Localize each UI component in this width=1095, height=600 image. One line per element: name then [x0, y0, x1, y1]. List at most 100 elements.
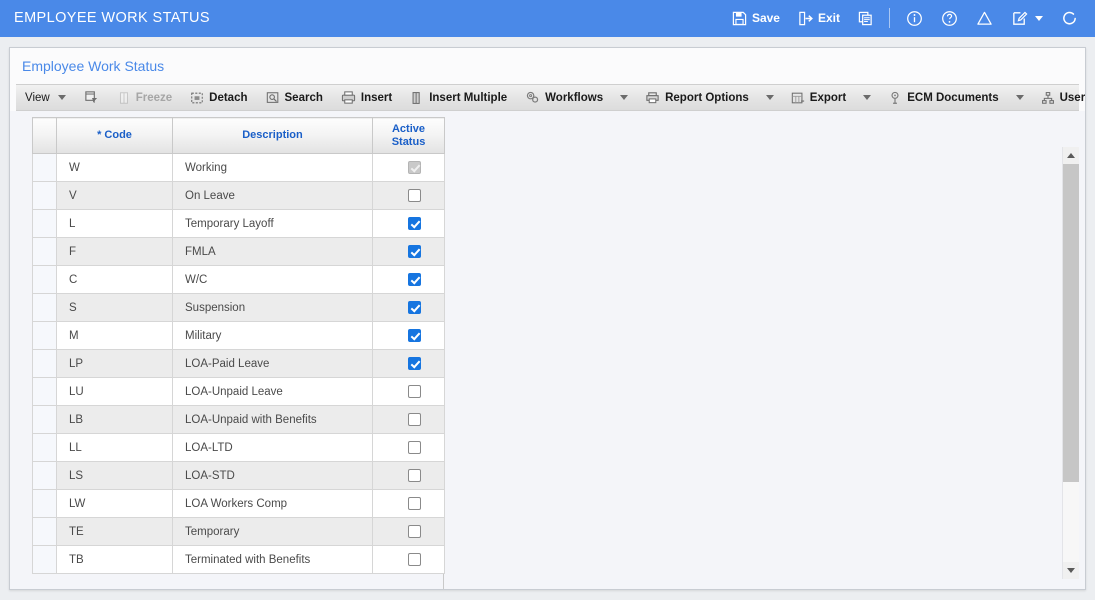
active-status-checkbox[interactable]	[408, 413, 421, 426]
cell-description[interactable]: LOA Workers Comp	[172, 489, 373, 518]
toolbar-insert-button[interactable]: Insert	[332, 85, 401, 110]
active-status-checkbox[interactable]	[408, 497, 421, 510]
table-row[interactable]: LP LOA-Paid Leave	[32, 349, 445, 378]
row-selector-cell[interactable]	[32, 265, 57, 294]
warning-button[interactable]	[967, 7, 1002, 30]
row-selector-cell[interactable]	[32, 517, 57, 546]
row-selector-cell[interactable]	[32, 545, 57, 574]
active-status-checkbox[interactable]	[408, 553, 421, 566]
toolbar-detach-button[interactable]: Detach	[181, 85, 256, 110]
refresh-button[interactable]	[1052, 7, 1087, 30]
active-status-checkbox[interactable]	[408, 329, 421, 342]
active-status-checkbox[interactable]	[408, 273, 421, 286]
cell-active-status[interactable]	[372, 181, 445, 210]
row-selector-cell[interactable]	[32, 321, 57, 350]
cell-code[interactable]: W	[56, 153, 173, 182]
vertical-scrollbar[interactable]	[1062, 147, 1079, 579]
cell-description[interactable]: FMLA	[172, 237, 373, 266]
toolbar-workflows-dropdown[interactable]	[612, 85, 636, 110]
column-header-active-status[interactable]: Active Status	[372, 117, 445, 154]
table-row[interactable]: S Suspension	[32, 293, 445, 322]
active-status-checkbox[interactable]	[408, 441, 421, 454]
table-row[interactable]: LB LOA-Unpaid with Benefits	[32, 405, 445, 434]
cell-code[interactable]: LS	[56, 461, 173, 490]
toolbar-export-dropdown[interactable]	[855, 85, 879, 110]
cell-description[interactable]: Terminated with Benefits	[172, 545, 373, 574]
toolbar-ecm-documents-button[interactable]: ECM Documents	[879, 85, 1007, 110]
row-selector-cell[interactable]	[32, 349, 57, 378]
cell-description[interactable]: LOA-STD	[172, 461, 373, 490]
row-selector-cell[interactable]	[32, 181, 57, 210]
cell-code[interactable]: TE	[56, 517, 173, 546]
cell-code[interactable]: TB	[56, 545, 173, 574]
toolbar-view-menu[interactable]: View	[16, 85, 75, 110]
toolbar-user-extensions-button[interactable]: User Extensions	[1032, 85, 1085, 110]
exit-button[interactable]: Exit	[789, 8, 849, 29]
row-selector-cell[interactable]	[32, 377, 57, 406]
cell-active-status[interactable]	[372, 489, 445, 518]
table-row[interactable]: C W/C	[32, 265, 445, 294]
toolbar-ecm-documents-dropdown[interactable]	[1008, 85, 1032, 110]
active-status-checkbox[interactable]	[408, 385, 421, 398]
toolbar-report-options-button[interactable]: Report Options	[636, 85, 758, 110]
table-row[interactable]: LW LOA Workers Comp	[32, 489, 445, 518]
toolbar-insert-multiple-button[interactable]: Insert Multiple	[401, 85, 516, 110]
cell-description[interactable]: LOA-Unpaid Leave	[172, 377, 373, 406]
active-status-checkbox[interactable]	[408, 245, 421, 258]
cell-code[interactable]: LU	[56, 377, 173, 406]
table-row[interactable]: TE Temporary	[32, 517, 445, 546]
toolbar-search-button[interactable]: Search	[257, 85, 332, 110]
cell-code[interactable]: M	[56, 321, 173, 350]
cell-active-status[interactable]	[372, 377, 445, 406]
scrollbar-thumb[interactable]	[1063, 164, 1079, 483]
edit-note-button[interactable]	[1002, 7, 1052, 30]
save-button[interactable]: Save	[723, 8, 789, 29]
toolbar-workflows-button[interactable]: Workflows	[516, 85, 612, 110]
table-row[interactable]: TB Terminated with Benefits	[32, 545, 445, 574]
cell-description[interactable]: Military	[172, 321, 373, 350]
edit-note-caret-icon[interactable]	[1035, 15, 1043, 21]
cell-code[interactable]: LB	[56, 405, 173, 434]
table-row[interactable]: V On Leave	[32, 181, 445, 210]
toolbar-report-options-dropdown[interactable]	[758, 85, 782, 110]
row-selector-cell[interactable]	[32, 405, 57, 434]
column-header-code[interactable]: * Code	[56, 117, 173, 154]
row-selector-cell[interactable]	[32, 433, 57, 462]
cell-description[interactable]: W/C	[172, 265, 373, 294]
cell-active-status[interactable]	[372, 237, 445, 266]
active-status-checkbox[interactable]	[408, 301, 421, 314]
cell-active-status[interactable]	[372, 517, 445, 546]
cell-code[interactable]: S	[56, 293, 173, 322]
row-selector-cell[interactable]	[32, 237, 57, 266]
cell-code[interactable]: L	[56, 209, 173, 238]
cell-active-status[interactable]	[372, 433, 445, 462]
table-row[interactable]: F FMLA	[32, 237, 445, 266]
cell-description[interactable]: LOA-Paid Leave	[172, 349, 373, 378]
table-row[interactable]: LL LOA-LTD	[32, 433, 445, 462]
toolbar-export-button[interactable]: Export	[782, 85, 855, 110]
cell-code[interactable]: C	[56, 265, 173, 294]
cell-description[interactable]: Working	[172, 153, 373, 182]
cell-active-status[interactable]	[372, 461, 445, 490]
cell-code[interactable]: LL	[56, 433, 173, 462]
cell-active-status[interactable]	[372, 545, 445, 574]
cell-code[interactable]: V	[56, 181, 173, 210]
row-selector-cell[interactable]	[32, 293, 57, 322]
cell-description[interactable]: LOA-Unpaid with Benefits	[172, 405, 373, 434]
table-row[interactable]: W Working	[32, 153, 445, 182]
table-row[interactable]: M Military	[32, 321, 445, 350]
copy-window-button[interactable]	[849, 8, 882, 29]
cell-active-status[interactable]	[372, 293, 445, 322]
table-row[interactable]: LU LOA-Unpaid Leave	[32, 377, 445, 406]
active-status-checkbox[interactable]	[408, 189, 421, 202]
cell-description[interactable]: Temporary	[172, 517, 373, 546]
table-row[interactable]: LS LOA-STD	[32, 461, 445, 490]
cell-active-status[interactable]	[372, 153, 445, 182]
cell-code[interactable]: LW	[56, 489, 173, 518]
cell-active-status[interactable]	[372, 265, 445, 294]
active-status-checkbox[interactable]	[408, 217, 421, 230]
scroll-up-button[interactable]	[1063, 147, 1079, 164]
column-header-description[interactable]: Description	[172, 117, 373, 154]
cell-description[interactable]: Suspension	[172, 293, 373, 322]
active-status-checkbox[interactable]	[408, 357, 421, 370]
